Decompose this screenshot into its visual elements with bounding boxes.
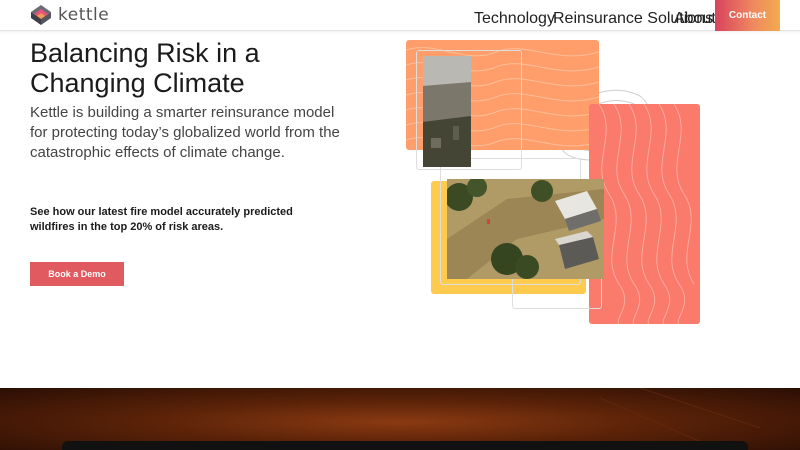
coastline-photo [423, 56, 471, 167]
hero-title: Balancing Risk in a Changing Climate [30, 38, 260, 98]
contact-button[interactable]: Contact [715, 0, 780, 31]
hero-subtitle: Kettle is building a smarter reinsurance… [30, 104, 340, 161]
coastline-photo-art [423, 56, 471, 167]
wave-pattern-decoration [598, 104, 695, 324]
video-panel [62, 441, 748, 450]
nav-item-about[interactable]: About [674, 10, 716, 28]
pink-pattern-block [589, 104, 700, 324]
hero-collage [400, 36, 710, 336]
flooded-neighborhood-photo [447, 179, 604, 279]
brand-logo[interactable]: kettle [30, 4, 109, 26]
kettle-logo-icon [31, 5, 51, 25]
hero-fire-model-note: See how our latest fire model accurately… [30, 206, 293, 233]
flood-photo-art [447, 179, 604, 279]
book-demo-button[interactable]: Book a Demo [30, 262, 124, 286]
site-header: kettle Technology Reinsurance Solutions … [0, 0, 800, 31]
nav-item-technology[interactable]: Technology [474, 10, 555, 28]
brand-name: kettle [58, 5, 110, 25]
